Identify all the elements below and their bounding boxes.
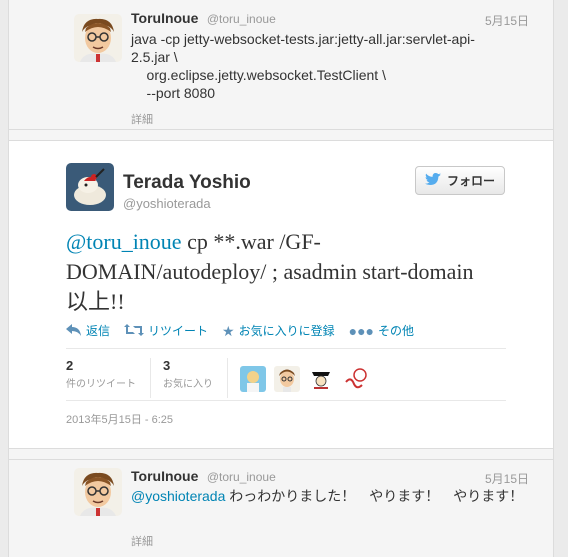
- more-action[interactable]: ●●● その他: [349, 322, 414, 339]
- user-avatar[interactable]: [342, 366, 368, 392]
- retweet-action[interactable]: リツイート: [124, 322, 208, 339]
- retweets-count: 2: [66, 358, 74, 373]
- favorites-label: お気に入り: [163, 379, 213, 390]
- user-avatar[interactable]: [274, 366, 300, 392]
- avatar-terada-yoshio[interactable]: [66, 163, 114, 211]
- tweet-stats: 2 件のリツイート 3 お気に入り: [66, 358, 368, 398]
- tweet-date[interactable]: 5月15日: [485, 12, 529, 29]
- user-avatar[interactable]: [308, 366, 334, 392]
- more-label: その他: [377, 324, 414, 338]
- tweet-actions: 返信 リツイート ★ お気に入りに登録 ●●● その他: [66, 322, 414, 339]
- avatar-toru-inoue[interactable]: [74, 14, 122, 62]
- details-link[interactable]: 詳細: [131, 533, 153, 549]
- tweet-text: java -cp jetty-websocket-tests.jar:jetty…: [131, 31, 475, 101]
- tweet-reply-next[interactable]: ToruInoue @toru_inoue 5月15日 @yoshioterad…: [9, 459, 553, 557]
- favorite-label: お気に入りに登録: [238, 324, 335, 338]
- author-handle[interactable]: @yoshioterada: [123, 196, 211, 211]
- retweets-stat[interactable]: 2 件のリツイート: [66, 358, 151, 398]
- mention-link[interactable]: @yoshioterada: [131, 488, 225, 504]
- author-handle[interactable]: @toru_inoue: [207, 12, 276, 26]
- retweets-label: 件のリツイート: [66, 379, 136, 390]
- favorites-count: 3: [163, 358, 171, 373]
- reply-icon: [66, 323, 82, 338]
- tweet-text: @yoshioterada わっわかりました！ やります！ やります！: [131, 487, 531, 505]
- tweet-timestamp[interactable]: 2013年5月15日 - 6:25: [66, 411, 173, 427]
- avatar-toru-inoue[interactable]: [74, 468, 122, 516]
- reply-action[interactable]: 返信: [66, 322, 110, 339]
- engaged-users: [240, 358, 368, 398]
- twitter-bird-icon: [424, 172, 441, 189]
- timeline-frame: ToruInoue @toru_inoue 5月15日 java -cp jet…: [8, 0, 554, 557]
- favorites-stat[interactable]: 3 お気に入り: [163, 358, 228, 398]
- retweet-icon: [124, 323, 145, 338]
- details-link[interactable]: 詳細: [131, 111, 153, 127]
- star-icon: ★: [222, 322, 235, 339]
- user-avatar[interactable]: [240, 366, 266, 392]
- more-dots-icon: ●●●: [348, 322, 374, 339]
- mention-link[interactable]: @toru_inoue: [66, 229, 182, 254]
- tweet-reply-previous[interactable]: ToruInoue @toru_inoue 5月15日 java -cp jet…: [9, 0, 553, 130]
- tweet-date[interactable]: 5月15日: [485, 470, 529, 487]
- divider: [66, 348, 506, 349]
- author-handle[interactable]: @toru_inoue: [207, 470, 276, 484]
- retweet-label: リツイート: [148, 324, 209, 338]
- follow-button[interactable]: フォロー: [415, 166, 505, 195]
- main-tweet: Terada Yoshio @yoshioterada フォロー @toru_i…: [9, 140, 553, 449]
- divider: [66, 400, 506, 401]
- reply-label: 返信: [86, 324, 111, 338]
- tweet-body: わっわかりました！ やります！ やります！: [225, 488, 524, 504]
- tweet-text: @toru_inoue cp **.war /GF-DOMAIN/autodep…: [66, 227, 486, 317]
- author-name[interactable]: ToruInoue: [131, 10, 198, 26]
- author-name[interactable]: Terada Yoshio: [123, 172, 251, 194]
- author-name[interactable]: ToruInoue: [131, 468, 198, 484]
- favorite-action[interactable]: ★ お気に入りに登録: [222, 322, 335, 339]
- follow-label: フォロー: [446, 174, 495, 188]
